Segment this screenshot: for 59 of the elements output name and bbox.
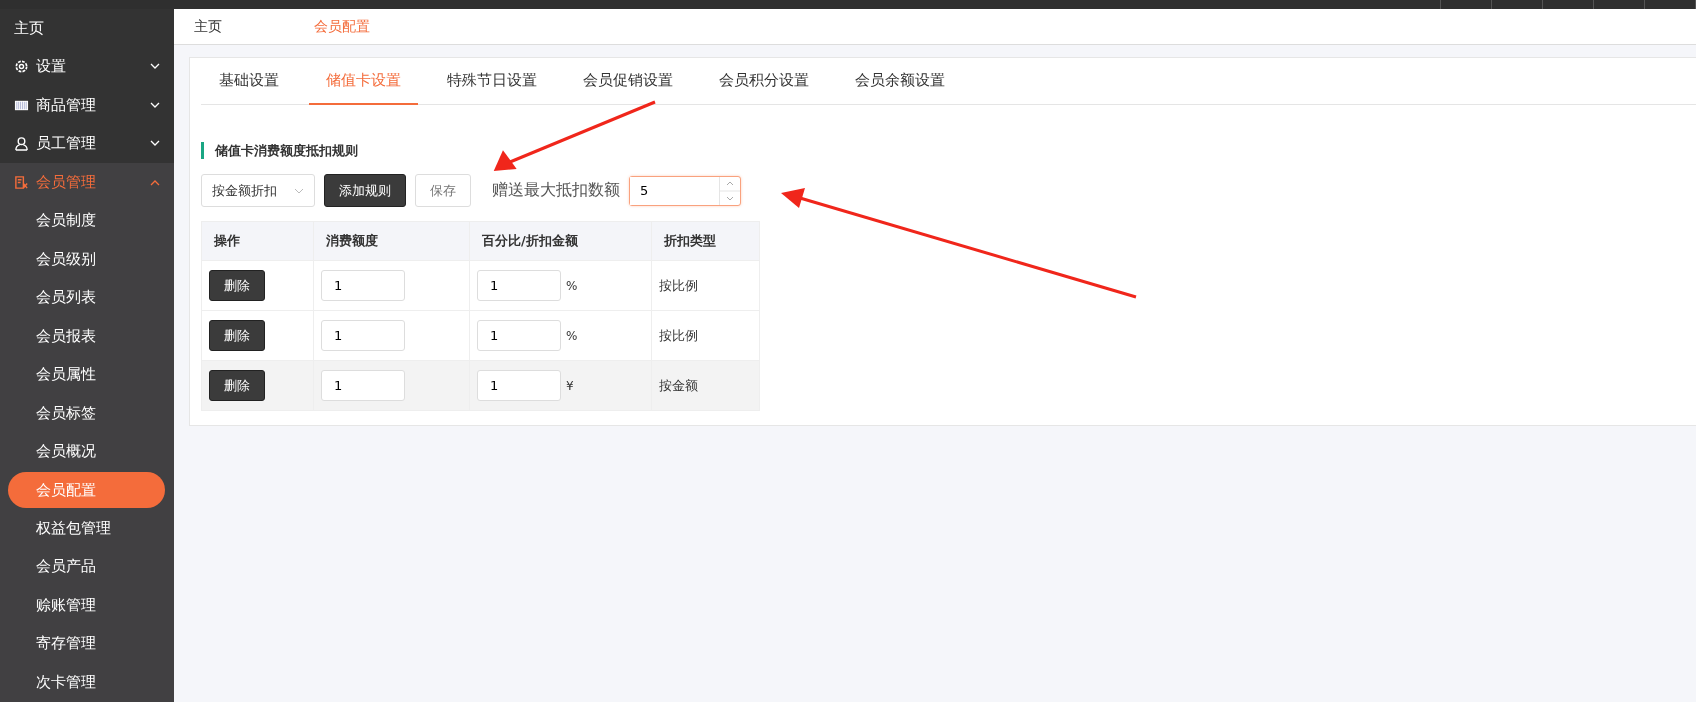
column-header: 消费额度 [313, 221, 470, 261]
table-row[interactable]: 删除 1 1 ¥ 按金额 [201, 360, 760, 411]
tab[interactable]: 会员余额设置 [838, 58, 962, 105]
amount-field[interactable]: 1 [321, 270, 405, 301]
sidebar-subitem[interactable]: 会员列表 [0, 278, 166, 317]
chevron-icon [294, 187, 304, 194]
spinner-icon[interactable] [719, 176, 740, 205]
sidebar-subitem[interactable]: 会员属性 [0, 355, 166, 394]
sidebar-subitem[interactable]: 权益包管理 [0, 509, 166, 548]
sidebar-subitem[interactable]: 会员级别 [0, 240, 166, 279]
sidebar-subitem[interactable]: 会员标签 [0, 394, 166, 433]
discount-field[interactable]: 1 [477, 320, 561, 351]
max-deduction-label: 赠送最大抵扣数额 [492, 180, 620, 201]
sidebar-subitem[interactable]: 会员制度 [0, 201, 166, 240]
card-edit-icon [14, 174, 29, 190]
discount-field[interactable]: 1 [477, 370, 561, 401]
sidebar-item[interactable]: 会员管理 [0, 163, 174, 202]
tab[interactable]: 会员促销设置 [566, 58, 690, 105]
discount-mode-select[interactable]: 按金额折扣 [201, 174, 315, 207]
unit-label: % [566, 329, 578, 343]
column-header: 百分比/折扣金额 [469, 221, 652, 261]
delete-button[interactable]: 删除 [209, 320, 265, 351]
tab[interactable]: 特殊节日设置 [430, 58, 554, 105]
table-cell: 按比例 [651, 310, 760, 361]
discount-field[interactable]: 1 [477, 270, 561, 301]
breadcrumb-tab[interactable]: 主页 [174, 17, 294, 36]
table-cell: 按比例 [651, 260, 760, 311]
chevron-icon [150, 178, 160, 186]
column-header: 操作 [201, 221, 314, 261]
section-title: 储值卡消费额度抵扣规则 [201, 142, 358, 159]
sidebar-item[interactable]: 员工管理 [0, 124, 174, 163]
chevron-icon [150, 140, 160, 148]
user-icon [14, 136, 29, 152]
tab[interactable]: 会员积分设置 [702, 58, 826, 105]
max-deduction-field[interactable]: 5 [629, 175, 741, 206]
column-header: 折扣类型 [651, 221, 760, 261]
sidebar-item[interactable]: 商品管理 [0, 86, 174, 125]
amount-field[interactable]: 1 [321, 320, 405, 351]
table-row[interactable]: 删除 1 1 % 按比例 [201, 310, 760, 361]
delete-button[interactable]: 删除 [209, 370, 265, 401]
sidebar-subitem[interactable]: 会员报表 [0, 317, 166, 356]
sidebar-item[interactable]: 主页 [0, 9, 174, 48]
delete-button[interactable]: 删除 [209, 270, 265, 301]
sidebar-subitem[interactable]: 赊账管理 [0, 586, 166, 625]
gear-icon [14, 59, 29, 75]
sidebar-item[interactable]: 设置 [0, 47, 174, 86]
unit-label: ¥ [566, 379, 574, 393]
chevron-icon [150, 63, 160, 71]
add-rule-button[interactable]: 添加规则 [324, 174, 406, 207]
amount-field[interactable]: 1 [321, 370, 405, 401]
sidebar-subitem[interactable]: 会员概况 [0, 432, 166, 471]
sidebar-subitem[interactable]: 会员产品 [0, 547, 166, 586]
unit-label: % [566, 279, 578, 293]
table-cell: 按金额 [651, 360, 760, 411]
sidebar-subitem[interactable]: 次卡管理 [0, 663, 166, 702]
table-row[interactable]: 删除 1 1 % 按比例 [201, 260, 760, 311]
chevron-icon [150, 101, 160, 109]
tab[interactable]: 基础设置 [201, 58, 297, 105]
sidebar-subitem[interactable]: 寄存管理 [0, 624, 166, 663]
